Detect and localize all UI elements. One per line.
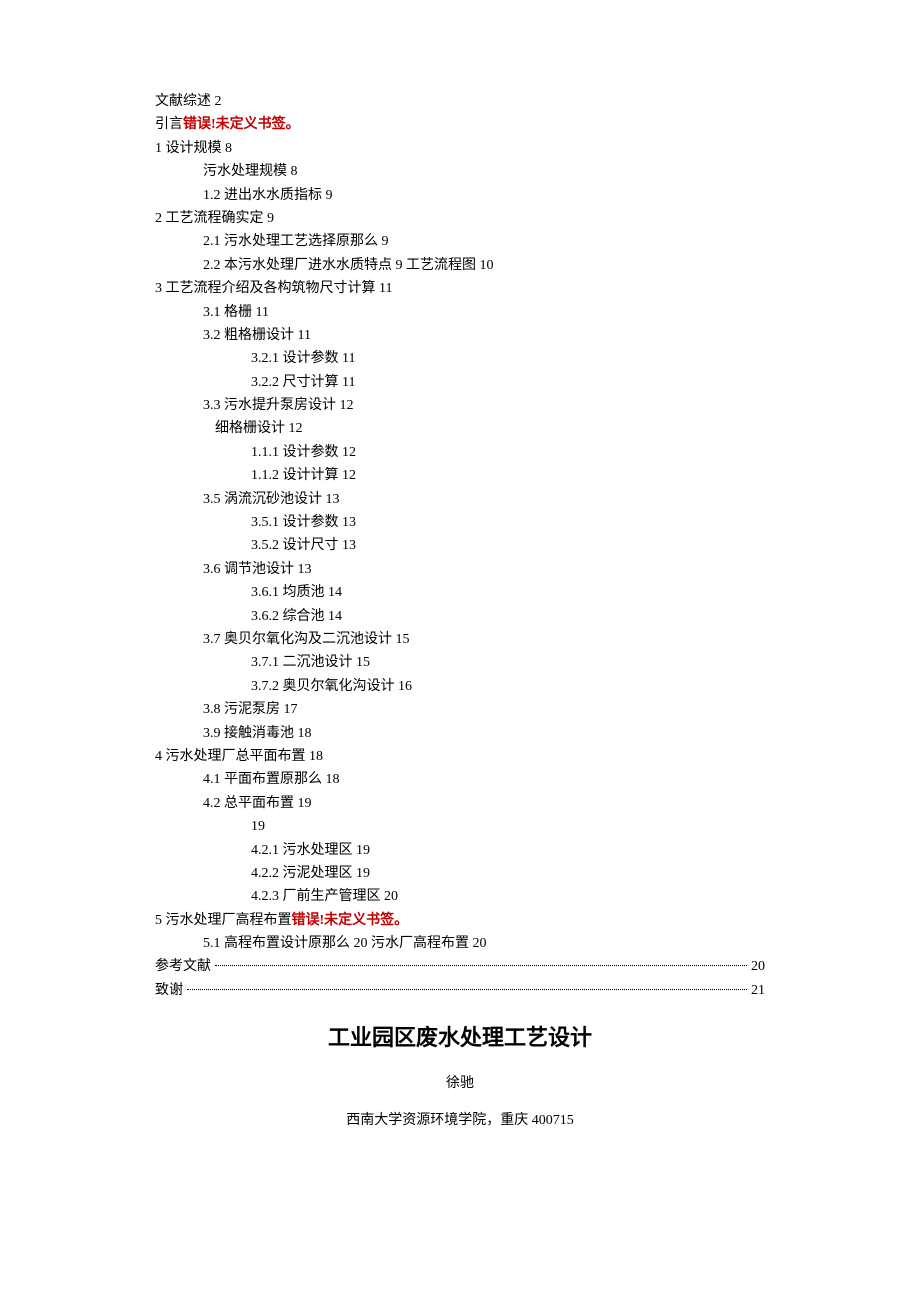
document-affiliation: 西南大学资源环境学院，重庆 400715 (155, 1110, 765, 1132)
toc-entry: 1.2 进出水水质指标 9 (155, 185, 765, 207)
toc-entry: 3.5 涡流沉砂池设计 13 (155, 489, 765, 511)
toc-entry: 引言错误!未定义书签。 (155, 114, 765, 136)
document-author: 徐驰 (155, 1073, 765, 1095)
toc-leader-dots (187, 989, 747, 990)
toc-entry: 污水处理规模 8 (155, 161, 765, 183)
toc-entry: 4.2.2 污泥处理区 19 (155, 863, 765, 885)
toc-leader-dots (215, 965, 747, 966)
toc-entry: 5 污水处理厂高程布置错误!未定义书签。 (155, 910, 765, 932)
toc-entry: 4.1 平面布置原那么 18 (155, 769, 765, 791)
bookmark-error: 错误!未定义书签。 (292, 913, 409, 928)
toc-entry-dotted: 参考文献 20 (155, 956, 765, 978)
toc-entry: 1.1.1 设计参数 12 (155, 442, 765, 464)
toc-entry-page: 20 (751, 956, 765, 978)
toc-entry-text: 引言 (155, 117, 183, 132)
document-title: 工业园区废水处理工艺设计 (155, 1020, 765, 1055)
toc-entry: 文献综述 2 (155, 91, 765, 113)
toc-entry: 3.8 污泥泵房 17 (155, 699, 765, 721)
toc-entry-dotted: 致谢 21 (155, 980, 765, 1002)
toc-entry: 3.2 粗格栅设计 11 (155, 325, 765, 347)
toc-entry-label: 致谢 (155, 980, 183, 1002)
bookmark-error: 错误!未定义书签。 (183, 117, 300, 132)
toc-entry: 3.7.2 奥贝尔氧化沟设计 16 (155, 676, 765, 698)
table-of-contents: 文献综述 2引言错误!未定义书签。1 设计规模 8污水处理规模 81.2 进出水… (155, 91, 765, 1002)
toc-entry: 3.2.1 设计参数 11 (155, 348, 765, 370)
toc-entry: 3.7 奥贝尔氧化沟及二沉池设计 15 (155, 629, 765, 651)
toc-entry: 3.3 污水提升泵房设计 12 (155, 395, 765, 417)
toc-entry: 5.1 高程布置设计原那么 20 污水厂高程布置 20 (155, 933, 765, 955)
toc-entry: 19 (155, 816, 765, 838)
toc-entry: 2.1 污水处理工艺选择原那么 9 (155, 231, 765, 253)
toc-entry: 2 工艺流程确实定 9 (155, 208, 765, 230)
toc-entry: 3 工艺流程介绍及各构筑物尺寸计算 11 (155, 278, 765, 300)
toc-entry: 1 设计规模 8 (155, 138, 765, 160)
toc-entry: 3.7.1 二沉池设计 15 (155, 652, 765, 674)
toc-entry: 4.2 总平面布置 19 (155, 793, 765, 815)
toc-entry: 1.1.2 设计计算 12 (155, 465, 765, 487)
toc-entry: 2.2 本污水处理厂进水水质特点 9 工艺流程图 10 (155, 255, 765, 277)
toc-entry: 3.1 格栅 11 (155, 302, 765, 324)
toc-entry: 3.2.2 尺寸计算 11 (155, 372, 765, 394)
toc-entry: 细格栅设计 12 (155, 418, 765, 440)
toc-entry: 3.5.2 设计尺寸 13 (155, 535, 765, 557)
toc-entry: 4.2.1 污水处理区 19 (155, 840, 765, 862)
toc-entry: 3.6.1 均质池 14 (155, 582, 765, 604)
toc-entry: 3.6 调节池设计 13 (155, 559, 765, 581)
toc-entry: 4.2.3 厂前生产管理区 20 (155, 886, 765, 908)
toc-entry: 3.6.2 综合池 14 (155, 606, 765, 628)
toc-entry: 3.9 接触消毒池 18 (155, 723, 765, 745)
toc-entry: 3.5.1 设计参数 13 (155, 512, 765, 534)
toc-entry: 4 污水处理厂总平面布置 18 (155, 746, 765, 768)
toc-entry-text: 5 污水处理厂高程布置 (155, 913, 292, 928)
toc-entry-page: 21 (751, 980, 765, 1002)
toc-entry-label: 参考文献 (155, 956, 211, 978)
